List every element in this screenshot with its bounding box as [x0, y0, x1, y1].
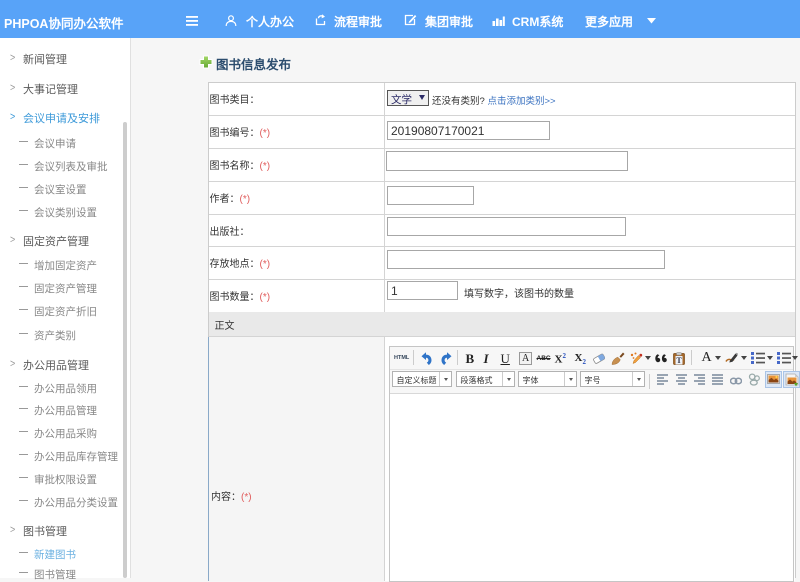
svg-text:T: T: [676, 356, 682, 365]
